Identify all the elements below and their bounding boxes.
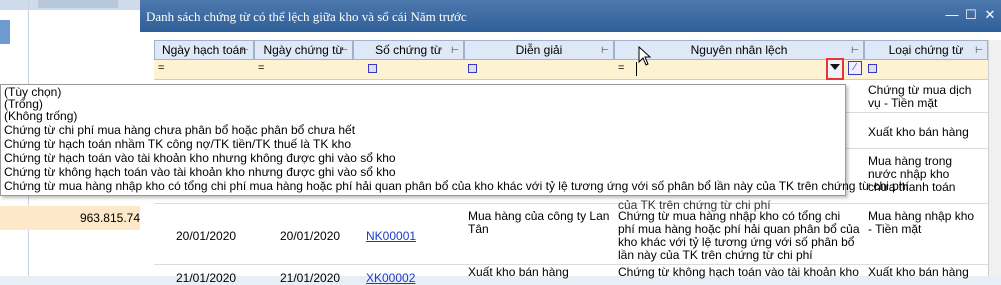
column-header-ngay-chung-tu[interactable]: Ngày chứng từ ⊢ (254, 40, 353, 60)
cell-loai-chung-tu: Mua hàng nhập kho - Tiền mặt (868, 209, 975, 236)
background-selected-marker (0, 20, 10, 44)
filter-operator[interactable]: = (158, 62, 164, 74)
row-divider (154, 203, 988, 204)
dropdown-option[interactable]: Chứng từ hạch toán nhầm TK công nợ/TK ti… (4, 138, 351, 150)
dropdown-option[interactable]: Chứng từ chi phí mua hàng chưa phân bổ h… (4, 124, 355, 136)
maximize-icon[interactable]: ☐ (963, 7, 979, 23)
dropdown-arrow-icon (830, 64, 840, 70)
filter-operator-icon[interactable] (868, 64, 877, 73)
row-divider (154, 264, 988, 265)
dropdown-option[interactable]: Chứng từ mua hàng nhập kho có tổng chi p… (4, 180, 909, 192)
cell-ngay-chung-tu: 20/01/2020 (280, 229, 341, 243)
cell-loai-chung-tu: Xuất kho bán hàng (868, 265, 969, 279)
cell-nguyen-nhan-lech: Chứng từ mua hàng nhập kho có tổng chi p… (618, 209, 860, 262)
cell-nguyen-nhan-lech: Chứng từ không hạch toán vào tài khoản k… (618, 265, 859, 279)
pin-icon[interactable]: ⊢ (975, 41, 983, 59)
dropdown-option[interactable]: Chứng từ hạch toán vào tài khoản kho như… (4, 152, 396, 164)
filter-operator-icon[interactable] (468, 64, 477, 73)
title-bar[interactable]: Danh sách chứng từ có thể lệch giữa kho … (140, 0, 1001, 32)
cell-loai-chung-tu: Xuất kho bán hàng (868, 125, 969, 139)
vertical-scrollbar[interactable] (988, 40, 1001, 276)
pin-icon[interactable]: ⊢ (601, 41, 609, 59)
link-so-chung-tu[interactable]: XK00002 (366, 272, 415, 285)
column-header-so-chung-tu[interactable]: Số chứng từ ⊢ (353, 40, 464, 60)
link-so-chung-tu[interactable]: NK00001 (366, 230, 416, 243)
filter-row (154, 60, 988, 80)
pin-icon[interactable]: ⊢ (451, 41, 459, 59)
filter-dropdown-button[interactable] (826, 58, 844, 80)
background-header-text (38, 0, 118, 8)
mouse-pointer-icon (638, 46, 652, 66)
filter-operator[interactable]: = (618, 62, 624, 74)
dropdown-option[interactable]: Chứng từ không hạch toán vào tài khoản k… (4, 166, 396, 178)
column-header-loai-chung-tu[interactable]: Loại chứng từ ⊢ (864, 40, 988, 60)
close-icon[interactable]: ✕ (982, 7, 998, 23)
column-header-ngay-hach-toan[interactable]: Ngày hạch toán ⊢ (154, 40, 254, 60)
minimize-icon[interactable]: — (944, 7, 960, 23)
filter-operator[interactable]: = (258, 62, 264, 74)
filter-dropdown-list: (Tùy chọn) (Trống) (Không trống) Chứng t… (0, 84, 909, 196)
filter-operator-icon[interactable] (368, 64, 377, 73)
cell-dien-giai: Xuất kho bán hàng (468, 265, 569, 279)
cell-dien-giai: Mua hàng của công ty Lan Tân (468, 209, 610, 236)
cell-loai-chung-tu: Chứng từ mua dịch vụ - Tiền mặt (868, 83, 972, 110)
window-title: Danh sách chứng từ có thể lệch giữa kho … (146, 9, 467, 24)
cell-ngay-chung-tu: 21/01/2020 (280, 271, 341, 285)
background-amount: 963.815.74 (79, 211, 140, 225)
cell-ngay-hach-toan: 21/01/2020 (176, 271, 237, 285)
filter-clear-icon[interactable]: ∕ (848, 61, 862, 75)
dropdown-option[interactable]: (Không trống) (4, 110, 77, 122)
pin-icon[interactable]: ⊢ (340, 41, 348, 59)
column-header-dien-giai[interactable]: Diễn giải ⊢ (464, 40, 614, 60)
pin-icon[interactable]: ⊢ (851, 41, 859, 59)
pin-icon[interactable]: ⊢ (241, 41, 249, 59)
text-cursor (636, 62, 637, 76)
cell-ngay-hach-toan: 20/01/2020 (176, 229, 237, 243)
